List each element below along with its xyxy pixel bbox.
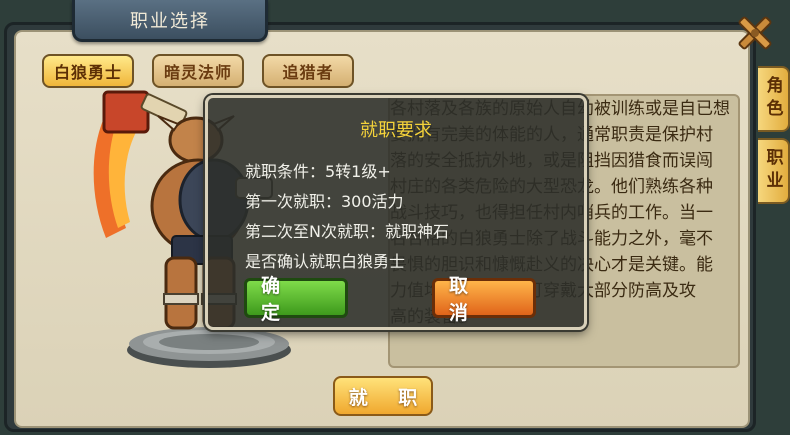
- confirm-button[interactable]: 确 定: [244, 275, 348, 324]
- window-title: 职业选择: [72, 0, 268, 42]
- first-time-cost-text: 第一次就职：300活力: [245, 192, 404, 211]
- confirm-question-text: 是否确认就职白狼勇士: [245, 252, 406, 271]
- close-x-icon: [738, 16, 772, 50]
- job-condition-text: 就职条件：5转1级+: [245, 162, 391, 181]
- class-tab-hunter[interactable]: 追猎者: [262, 54, 354, 88]
- cancel-button[interactable]: 取 消: [432, 275, 536, 324]
- job-requirement-dialog: 就职要求 就职条件：5转1级+ 第一次就职：300活力 第二次至N次就职：就职神…: [205, 95, 587, 330]
- close-button[interactable]: [734, 12, 776, 54]
- repeat-cost-text: 第二次至N次就职：就职神石: [245, 222, 449, 241]
- class-tab-white-wolf-warrior[interactable]: 白狼勇士: [42, 54, 134, 88]
- side-tab-character[interactable]: 角色: [758, 66, 790, 132]
- dialog-title: 就职要求: [360, 120, 432, 141]
- class-tab-dark-spirit-mage[interactable]: 暗灵法师: [152, 54, 244, 88]
- side-tab-profession[interactable]: 职业: [758, 138, 790, 204]
- take-job-button[interactable]: 就 职: [333, 376, 433, 416]
